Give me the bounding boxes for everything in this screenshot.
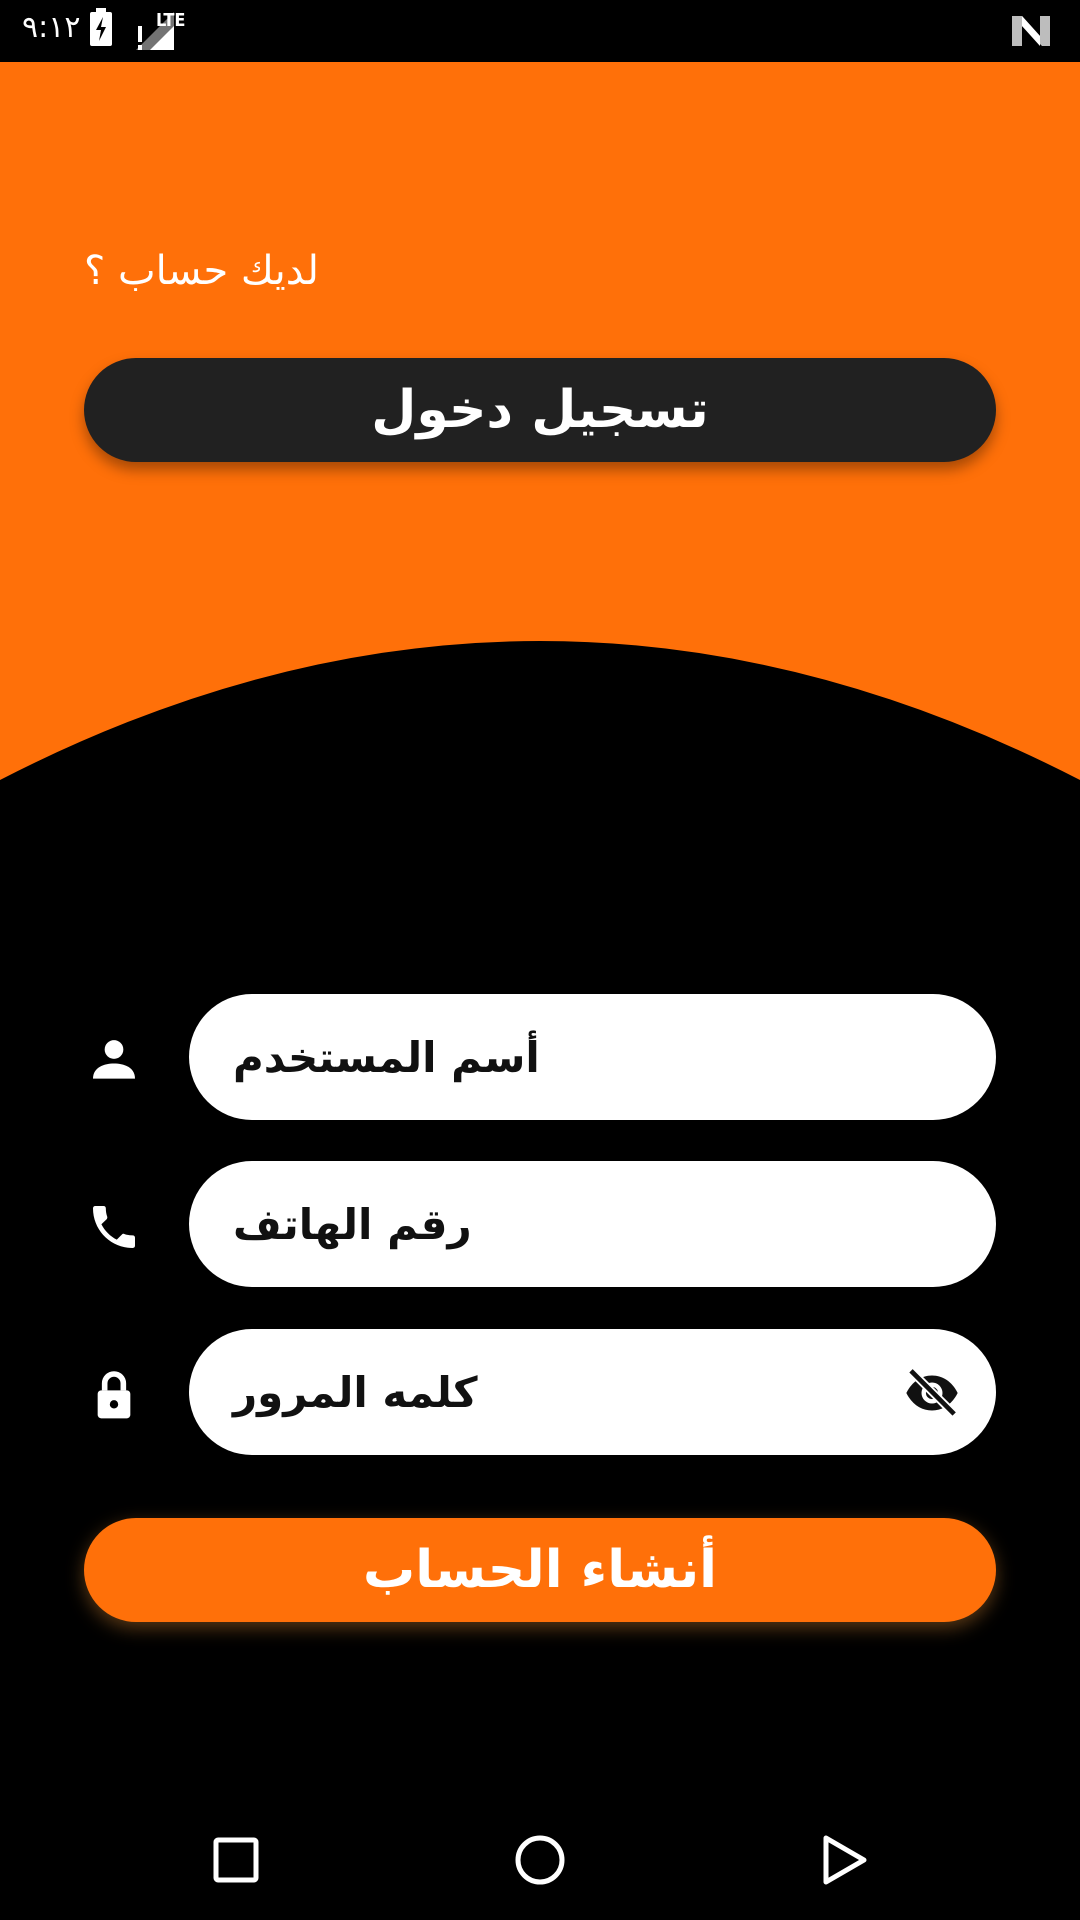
- phone-icon: [93, 1206, 135, 1248]
- phone-placeholder: رقم الهاتف: [233, 1199, 472, 1249]
- sign-up-screen: ٩:١٢ LTE لديك حساب ؟ تسجيل دخول أسم المس…: [0, 0, 1080, 1920]
- eye-off-icon[interactable]: [902, 1365, 962, 1421]
- password-row: كلمه المرور: [0, 1329, 1080, 1455]
- username-input[interactable]: أسم المستخدم: [189, 994, 996, 1120]
- status-time: ٩:١٢: [22, 10, 81, 45]
- navigation-bar: [0, 1800, 1080, 1920]
- n-logo-icon: [1012, 16, 1050, 46]
- lock-icon: [97, 1371, 131, 1419]
- password-input[interactable]: كلمه المرور: [189, 1329, 996, 1455]
- recents-square-icon[interactable]: [206, 1830, 266, 1890]
- create-account-button[interactable]: أنشاء الحساب: [84, 1518, 996, 1622]
- phone-input[interactable]: رقم الهاتف: [189, 1161, 996, 1287]
- password-placeholder: كلمه المرور: [233, 1367, 478, 1417]
- login-button[interactable]: تسجيل دخول: [84, 358, 996, 462]
- back-triangle-icon[interactable]: [814, 1830, 874, 1890]
- username-placeholder: أسم المستخدم: [233, 1032, 540, 1082]
- status-bar: ٩:١٢ LTE: [0, 0, 1080, 62]
- home-circle-icon[interactable]: [510, 1830, 570, 1890]
- have-account-text: لديك حساب ؟: [84, 248, 319, 294]
- phone-row: رقم الهاتف: [0, 1161, 1080, 1287]
- person-icon: [93, 1040, 135, 1079]
- lte-icon: LTE: [156, 10, 186, 31]
- username-row: أسم المستخدم: [0, 994, 1080, 1120]
- battery-charging-icon: [90, 8, 112, 46]
